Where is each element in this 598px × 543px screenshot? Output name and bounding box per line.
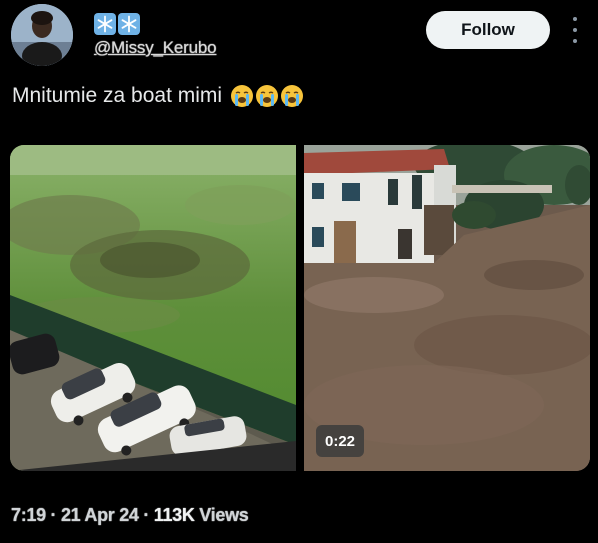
snowflake-icon bbox=[118, 13, 140, 35]
loudly-crying-face-icon bbox=[231, 85, 254, 107]
video-frame-right bbox=[304, 145, 590, 471]
views-label: Views bbox=[199, 505, 249, 525]
tweet-time[interactable]: 7:19 bbox=[11, 505, 46, 525]
flooded-parking-scene bbox=[10, 145, 296, 471]
loudly-crying-face-icon bbox=[256, 85, 279, 107]
video-frame-left bbox=[10, 145, 296, 471]
meta-separator: · bbox=[143, 505, 150, 525]
tweet-date[interactable]: 21 Apr 24 bbox=[61, 505, 139, 525]
display-name-icons bbox=[94, 12, 216, 36]
avatar[interactable] bbox=[11, 4, 73, 66]
user-handle[interactable]: @Missy_Kerubo bbox=[94, 38, 217, 58]
follow-button[interactable]: Follow bbox=[426, 11, 550, 49]
snowflake-icon bbox=[94, 13, 116, 35]
loudly-crying-face-icon bbox=[281, 85, 304, 107]
more-options-icon[interactable] bbox=[569, 17, 581, 43]
user-identity[interactable]: @Missy_Kerubo bbox=[94, 12, 217, 58]
tweet-text-content: Mnitumie za boat mimi bbox=[12, 84, 223, 107]
tweet-text: Mnitumie za boat mimi bbox=[12, 84, 304, 108]
video-duration-badge: 0:22 bbox=[316, 425, 364, 457]
avatar-image bbox=[11, 4, 73, 66]
video-player[interactable]: 0:22 bbox=[10, 145, 590, 471]
tweet-meta: 7:19 · 21 Apr 24 · 113K Views bbox=[11, 505, 249, 526]
views-count[interactable]: 113K bbox=[154, 505, 195, 525]
meta-separator: · bbox=[50, 505, 57, 525]
flooded-house-scene bbox=[304, 145, 590, 471]
